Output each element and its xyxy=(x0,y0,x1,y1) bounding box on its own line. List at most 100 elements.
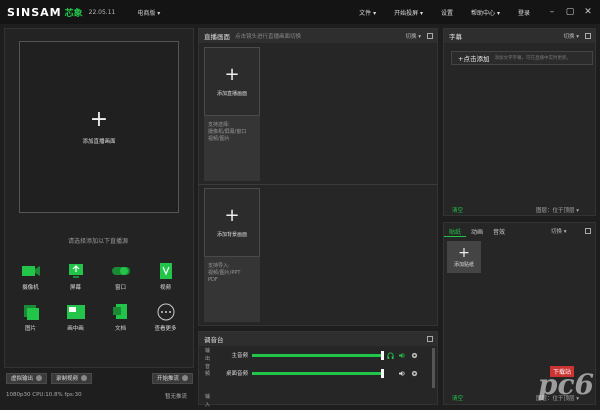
mixer-row-main-slider[interactable] xyxy=(252,350,384,360)
gear-icon xyxy=(81,375,88,381)
source-image[interactable]: 图片 xyxy=(8,303,53,332)
mixer-row-main-label: 主音频 xyxy=(231,353,248,359)
close-icon[interactable]: ✕ xyxy=(582,6,594,18)
sticker-tabs: 贴纸 动画 音效 xyxy=(444,225,510,237)
divider xyxy=(198,184,438,185)
start-stream-button[interactable]: 开始推流 xyxy=(152,372,194,384)
speaker-icon[interactable] xyxy=(399,352,406,359)
add-subtitle-label: +点击添加 xyxy=(458,55,490,63)
edition-label: 电商版 xyxy=(137,9,156,17)
source-video[interactable]: 视频 xyxy=(143,262,188,291)
source-more-label: 查看更多 xyxy=(154,326,177,332)
source-document[interactable]: 文档 xyxy=(98,303,143,332)
mixer-input-label: 输入 xyxy=(205,394,211,408)
mixer-scrollbar[interactable] xyxy=(432,348,435,388)
speaker-icon[interactable] xyxy=(399,370,406,377)
menu-settings[interactable]: 设置 xyxy=(441,8,453,17)
more-icon xyxy=(157,303,174,321)
scene-panel-subtitle: 点击镜头进行直播画面切换 xyxy=(235,34,302,40)
source-camera[interactable]: 摄像机 xyxy=(8,262,53,291)
mixer-row-main: 主音频 xyxy=(222,350,418,360)
scene-card-live-label: 添加直播画面 xyxy=(216,91,247,97)
edition-dropdown[interactable]: 电商版 ▾ xyxy=(137,8,160,17)
mixer-title: 调音台 xyxy=(204,336,224,344)
subtitle-layer-dropdown[interactable]: 图层：位于顶层 ▾ xyxy=(536,206,579,214)
scene-card-background-add[interactable]: + 添加背景画面 xyxy=(204,188,260,257)
sticker-switch-dropdown[interactable]: 切换 ▾ xyxy=(551,227,567,235)
tab-sound[interactable]: 音效 xyxy=(488,225,510,237)
scene-card-live[interactable]: + 添加直播画面 支持选择: 摄像机/屏幕/窗口 视频/图片 xyxy=(204,47,260,181)
slider-knob[interactable] xyxy=(381,350,384,360)
slider-knob[interactable] xyxy=(381,368,384,378)
source-image-label: 图片 xyxy=(24,326,36,332)
source-video-label: 视频 xyxy=(159,285,171,291)
start-stream-label: 开始推流 xyxy=(157,376,180,382)
scene-switch-dropdown[interactable]: 切换 ▾ xyxy=(405,32,421,40)
status-text: 1080p30 CPU:10.8% fps:30 xyxy=(6,392,82,398)
virtual-output-label: 虚拟输出 xyxy=(11,376,34,382)
app-logo: SINSAM xyxy=(7,5,62,19)
scene-card-background-label: 添加背景画面 xyxy=(216,232,247,238)
scene-card-background-desc: 支持导入: 视频/图片/PPT PDF xyxy=(208,263,241,283)
tab-animation[interactable]: 动画 xyxy=(466,225,488,237)
mixer-row-desktop-label: 桌面音频 xyxy=(225,371,248,377)
menu-cast-label: 开始投屏 xyxy=(394,9,419,17)
gear-icon[interactable] xyxy=(411,352,418,359)
virtual-output-button[interactable]: 虚拟输出 xyxy=(6,372,48,384)
plus-icon: + xyxy=(224,205,240,226)
headphone-icon[interactable] xyxy=(387,352,394,359)
subtitle-switch-dropdown[interactable]: 切换 ▾ xyxy=(563,32,579,40)
document-icon xyxy=(112,304,127,319)
maximize-icon[interactable]: ▢ xyxy=(564,6,576,18)
gear-icon[interactable] xyxy=(411,370,418,377)
screen-icon xyxy=(68,264,83,278)
subtitle-panel-header: 字幕 切换 ▾ xyxy=(444,29,595,43)
window-icon xyxy=(111,267,130,275)
add-sticker-button[interactable]: + 添加贴纸 xyxy=(447,241,481,273)
mixer-panel-header: 调音台 xyxy=(199,332,437,346)
source-grid: 摄像机 屏幕 窗口 视频 图片 画中画 文档 查看更多 xyxy=(8,262,188,332)
title-bar: SINSAM 芯象 22.05.11 电商版 ▾ 文件 ▾ 开始投屏 ▾ 设置 … xyxy=(0,0,600,24)
sticker-clear-button[interactable]: 清空 xyxy=(452,394,463,402)
source-window-label: 窗口 xyxy=(114,285,126,291)
restore-icon[interactable] xyxy=(427,33,433,39)
menu-login[interactable]: 登录 xyxy=(518,8,530,17)
mixer-row-desktop-slider[interactable] xyxy=(252,368,384,378)
app-logo-cn: 芯象 xyxy=(64,8,83,19)
minimize-icon[interactable]: – xyxy=(546,6,558,18)
sticker-switch-label: 切换 xyxy=(551,229,563,235)
scene-panel-header: 直播画面 点击镜头进行直播画面切换 切换 ▾ xyxy=(199,29,437,43)
camera-icon xyxy=(21,266,40,276)
video-icon xyxy=(159,263,172,279)
add-sticker-label: 添加贴纸 xyxy=(453,262,474,268)
left-button-row: 虚拟输出 录制视频 xyxy=(6,372,93,384)
gear-icon xyxy=(36,375,43,381)
source-pip[interactable]: 画中画 xyxy=(53,303,98,332)
add-subtitle-button[interactable]: +点击添加 添加文字字幕，可在直播中实时更新。 xyxy=(451,51,593,65)
source-more[interactable]: 查看更多 xyxy=(143,303,188,332)
preview-add-area[interactable]: + 添加直播画面 xyxy=(19,41,179,213)
menu-cast[interactable]: 开始投屏 ▾ xyxy=(394,8,423,17)
restore-icon[interactable] xyxy=(427,336,433,342)
record-video-button[interactable]: 录制视频 xyxy=(51,372,93,384)
scene-card-live-add[interactable]: + 添加直播画面 xyxy=(204,47,260,116)
source-pip-label: 画中画 xyxy=(67,326,84,332)
source-screen[interactable]: 屏幕 xyxy=(53,262,98,291)
scene-card-live-desc: 支持选择: 摄像机/屏幕/窗口 视频/图片 xyxy=(208,122,247,142)
scene-card-background[interactable]: + 添加背景画面 支持导入: 视频/图片/PPT PDF xyxy=(204,188,260,322)
tab-sticker[interactable]: 贴纸 xyxy=(444,225,467,237)
pip-icon xyxy=(66,305,85,319)
subtitle-clear-button[interactable]: 清空 xyxy=(452,206,463,214)
menu-file[interactable]: 文件 ▾ xyxy=(359,8,376,17)
gear-icon xyxy=(182,375,189,381)
app-version: 22.05.11 xyxy=(88,8,116,16)
source-camera-label: 摄像机 xyxy=(22,285,39,291)
source-window[interactable]: 窗口 xyxy=(98,262,143,291)
restore-icon[interactable] xyxy=(585,33,591,39)
preview-add-label: 添加直播画面 xyxy=(82,139,116,145)
restore-icon[interactable] xyxy=(585,228,591,234)
scene-switch-label: 切换 xyxy=(405,34,417,40)
watermark-tag: 下载站 xyxy=(550,366,575,377)
menu-help[interactable]: 帮助中心 ▾ xyxy=(471,8,500,17)
plus-icon: + xyxy=(458,245,470,261)
